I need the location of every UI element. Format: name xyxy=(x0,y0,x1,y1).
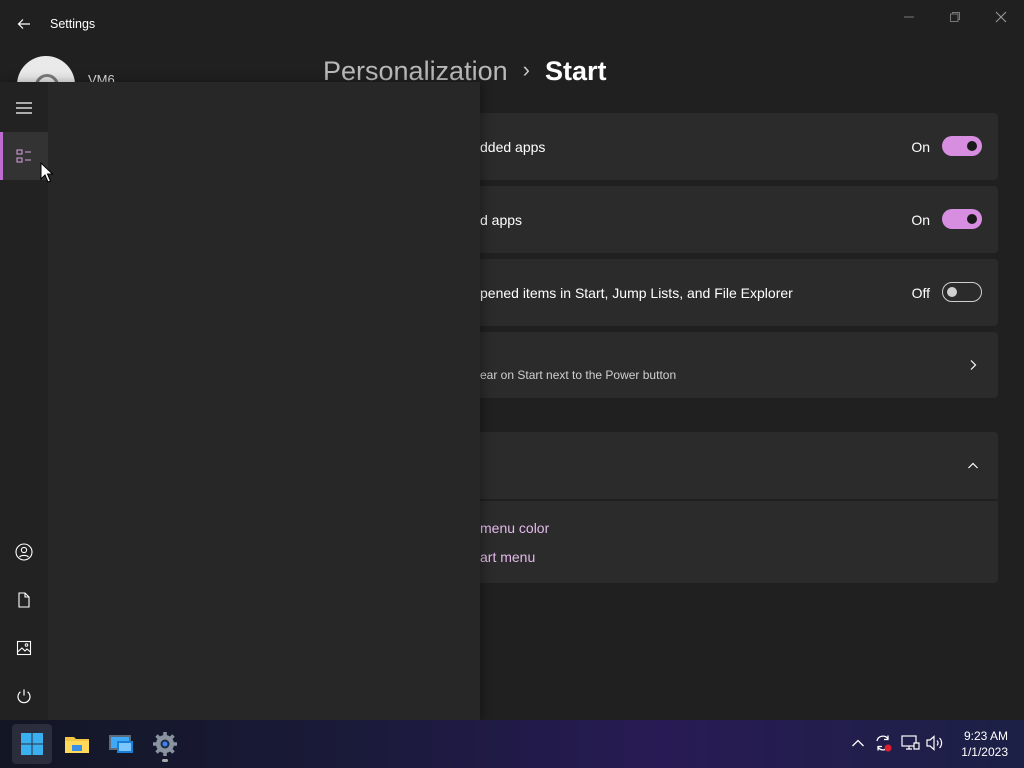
chevron-right-icon xyxy=(966,358,980,372)
all-apps-icon xyxy=(16,149,31,163)
file-explorer-taskbar-button[interactable] xyxy=(57,724,97,764)
back-button[interactable] xyxy=(12,12,36,36)
document-icon xyxy=(18,592,30,608)
account-button[interactable] xyxy=(0,528,48,576)
sync-status-button[interactable] xyxy=(872,732,894,754)
documents-button[interactable] xyxy=(0,576,48,624)
setting-row-recently-added[interactable]: dded apps On xyxy=(470,113,998,180)
remote-desktop-taskbar-button[interactable] xyxy=(101,724,141,764)
setting-row-recent-items[interactable]: pened items in Start, Jump Lists, and Fi… xyxy=(470,259,998,326)
breadcrumb-chevron-icon: › xyxy=(522,57,530,82)
power-icon xyxy=(17,689,31,704)
restore-icon xyxy=(950,12,960,22)
related-settings-body: menu color art menu xyxy=(470,501,998,583)
setting-row-folders[interactable]: ear on Start next to the Power button xyxy=(470,332,998,398)
file-explorer-icon xyxy=(65,737,89,753)
user-icon xyxy=(15,543,33,561)
pictures-button[interactable] xyxy=(0,624,48,672)
start-button[interactable] xyxy=(12,724,52,764)
power-button[interactable] xyxy=(0,672,48,720)
mouse-cursor-icon xyxy=(40,162,54,183)
show-hidden-icons-button[interactable] xyxy=(847,732,869,754)
app-title: Settings xyxy=(50,17,96,31)
clock-date: 1/1/2023 xyxy=(961,745,1008,759)
close-button[interactable] xyxy=(978,4,1024,30)
toggle-state-text: Off xyxy=(911,285,930,301)
related-link-menu-color[interactable]: menu color xyxy=(480,520,549,536)
settings-taskbar-button[interactable] xyxy=(145,724,185,764)
network-button[interactable] xyxy=(899,732,921,754)
network-icon xyxy=(901,735,920,750)
setting-label: dded apps xyxy=(480,139,546,155)
title-bar: Settings xyxy=(0,0,1024,48)
setting-label: pened items in Start, Jump Lists, and Fi… xyxy=(480,285,793,301)
setting-subtitle: ear on Start next to the Power button xyxy=(480,368,677,382)
volume-icon xyxy=(926,735,943,751)
chevron-up-icon xyxy=(852,739,864,747)
volume-button[interactable] xyxy=(924,732,946,754)
chevron-up-icon[interactable] xyxy=(966,459,980,473)
start-icon xyxy=(21,733,43,755)
hamburger-menu-icon xyxy=(16,102,32,114)
taskbar: 9:23 AM 1/1/2023 xyxy=(0,720,1024,768)
recently-added-toggle[interactable] xyxy=(942,136,982,156)
settings-icon xyxy=(153,732,177,756)
minimize-button[interactable] xyxy=(886,4,932,30)
running-indicator xyxy=(162,759,168,762)
settings-window: Settings VM6 Personalization › Start dded … xyxy=(0,0,1024,720)
sync-alert-icon xyxy=(876,735,892,752)
clock-time: 9:23 AM xyxy=(963,729,1008,743)
remote-desktop-icon xyxy=(109,735,133,753)
setting-row-most-used[interactable]: d apps On xyxy=(470,186,998,253)
close-icon xyxy=(995,11,1007,23)
hamburger-menu-button[interactable] xyxy=(0,84,48,132)
taskbar-clock[interactable]: 9:23 AM 1/1/2023 xyxy=(961,728,1008,760)
minimize-icon xyxy=(904,16,914,18)
back-arrow-icon xyxy=(17,19,30,29)
toggle-state-text: On xyxy=(911,139,930,155)
related-settings-header[interactable] xyxy=(470,432,998,499)
start-flyout-pane xyxy=(0,82,480,720)
recent-items-toggle[interactable] xyxy=(942,282,982,302)
setting-label: d apps xyxy=(480,212,523,228)
pictures-icon xyxy=(16,640,32,656)
most-used-toggle[interactable] xyxy=(942,209,982,229)
breadcrumb-current: Start xyxy=(544,56,607,86)
toggle-state-text: On xyxy=(911,212,930,228)
related-link-start-menu[interactable]: art menu xyxy=(480,549,535,565)
restore-button[interactable] xyxy=(932,4,978,30)
